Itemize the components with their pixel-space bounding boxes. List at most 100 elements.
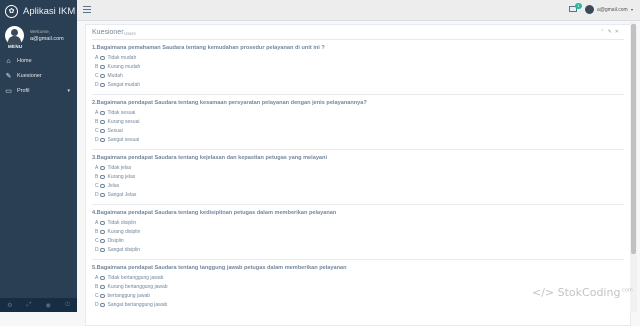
app-title: Aplikasi IKM: [23, 5, 76, 17]
radio-button[interactable]: [100, 229, 105, 235]
option-label: bertanggung jawab: [107, 293, 151, 299]
collapse-icon[interactable]: ⌃: [600, 29, 607, 35]
answer-option[interactable]: C Mudah: [95, 73, 123, 79]
question-title: 5.Bagaimana pendapat Saudara tentang tan…: [92, 265, 347, 271]
menu-toggle-icon[interactable]: [83, 6, 91, 13]
option-label: Kurang mudah: [107, 64, 141, 70]
questionnaire-panel: Kuesioner Users ⌃✎✕ 1.Bagaimana pemahama…: [85, 24, 631, 326]
divider: [92, 94, 624, 95]
radio-button[interactable]: [100, 302, 105, 308]
option-label: Sangat Jelas: [107, 192, 137, 198]
close-icon[interactable]: ✕: [615, 29, 622, 35]
answer-option[interactable]: A Tidak sesuai: [95, 110, 135, 116]
fullscreen-icon[interactable]: ⤢: [27, 302, 32, 309]
answer-option[interactable]: D Sangat bertanggung jawab: [95, 302, 167, 308]
option-label: Sangat mudah: [107, 82, 141, 88]
answer-option[interactable]: A Tidak jelas: [95, 165, 131, 171]
answer-option[interactable]: D Sangat mudah: [95, 82, 140, 88]
menu-title: MENU: [8, 44, 23, 49]
sidebar-item-label: Kuesioner: [17, 73, 42, 79]
answer-option[interactable]: B Kurang disiplin: [95, 229, 140, 235]
option-label: Tidak mudah: [107, 55, 137, 61]
scrollbar-thumb[interactable]: [631, 24, 636, 254]
watermark: </> StokCoding.com: [532, 286, 633, 299]
answer-option[interactable]: B Kurang bertanggung jawab: [95, 284, 168, 290]
option-label: Kurang jelas: [107, 174, 136, 180]
radio-button[interactable]: [100, 183, 105, 189]
radio-button[interactable]: [100, 174, 105, 180]
radio-button[interactable]: [100, 64, 105, 70]
answer-option[interactable]: A Tidak disiplin: [95, 220, 136, 226]
paw-icon: ✿: [5, 4, 18, 18]
option-label: Mudah: [107, 73, 123, 79]
radio-button[interactable]: [100, 238, 105, 244]
eye-slash-icon[interactable]: ◉: [46, 302, 51, 309]
radio-button[interactable]: [100, 82, 105, 88]
option-label: Sangat sesuai: [107, 137, 140, 143]
answer-option[interactable]: D Sangat Jelas: [95, 192, 136, 198]
radio-button[interactable]: [100, 293, 105, 299]
home-icon: ⌂: [6, 57, 11, 65]
radio-button[interactable]: [100, 220, 105, 226]
sidebar-footer: ⚙ ⤢ ◉ ⏻: [0, 298, 77, 312]
panel-tools: ⌃✎✕: [600, 29, 622, 35]
welcome-text: Welcome,: [30, 29, 50, 34]
edit-icon: ✎: [5, 73, 12, 80]
option-label: Tidak jelas: [107, 165, 132, 171]
chevron-down-icon[interactable]: ▾: [631, 7, 633, 12]
answer-option[interactable]: A Tidak mudah: [95, 55, 136, 61]
brand[interactable]: ✿ Aplikasi IKM: [0, 0, 77, 22]
sidebar-item-home[interactable]: ⌂ Home: [0, 54, 77, 68]
radio-button[interactable]: [100, 110, 105, 116]
sidebar: ✿ Aplikasi IKM Welcome, a@gmail.com MENU…: [0, 0, 77, 312]
answer-option[interactable]: D Sangat disiplin: [95, 247, 140, 253]
option-label: Sesuai: [107, 128, 123, 134]
option-label: Disiplin: [107, 238, 124, 244]
answer-option[interactable]: C Disiplin: [95, 238, 124, 244]
sidebar-item-label: Profil: [17, 88, 30, 94]
divider: [92, 39, 624, 40]
sidebar-item-label: Home: [17, 58, 32, 64]
panel-title: Kuesioner: [92, 29, 124, 36]
sidebar-item-kuesioner[interactable]: ✎ Kuesioner: [0, 69, 77, 83]
option-label: Tidak disiplin: [107, 220, 137, 226]
answer-option[interactable]: B Kurang sesuai: [95, 119, 139, 125]
divider: [92, 204, 624, 205]
answer-option[interactable]: Cbertanggung jawab: [95, 293, 150, 299]
option-label: Kurang bertanggung jawab: [107, 284, 168, 290]
radio-button[interactable]: [100, 128, 105, 134]
divider: [92, 259, 624, 260]
avatar: [5, 26, 24, 45]
profile-email: a@gmail.com: [30, 36, 64, 42]
radio-button[interactable]: [100, 55, 105, 61]
answer-option[interactable]: B Kurang mudah: [95, 64, 140, 70]
answer-option[interactable]: B Kurang jelas: [95, 174, 135, 180]
radio-button[interactable]: [100, 284, 105, 290]
answer-option[interactable]: A Tidak bertanggung jawab: [95, 275, 163, 281]
question-title: 2.Bagaimana pendapat Saudara tentang kes…: [92, 100, 367, 106]
answer-option[interactable]: C Sesuai: [95, 128, 123, 134]
option-label: Kurang sesuai: [107, 119, 140, 125]
panel-subtitle: Users: [124, 30, 136, 36]
wrench-icon[interactable]: ✎: [608, 29, 615, 35]
question-title: 3.Bagaimana pendapat Saudara tentang kej…: [92, 155, 328, 161]
sidebar-item-profil[interactable]: ▭ Profil ▾: [0, 84, 77, 98]
radio-button[interactable]: [100, 137, 105, 143]
settings-icon[interactable]: ⚙: [7, 302, 12, 309]
question-title: 1.Bagaimana pemahaman Saudara tentang ke…: [92, 45, 325, 51]
radio-button[interactable]: [100, 275, 105, 281]
radio-button[interactable]: [100, 247, 105, 253]
desktop-icon: ▭: [5, 88, 12, 95]
radio-button[interactable]: [100, 192, 105, 198]
user-avatar[interactable]: [585, 5, 594, 14]
chevron-down-icon: ▾: [67, 88, 70, 94]
user-email[interactable]: a@gmail.com: [597, 7, 628, 13]
radio-button[interactable]: [100, 119, 105, 125]
radio-button[interactable]: [100, 73, 105, 79]
answer-option[interactable]: C Jelas: [95, 183, 119, 189]
power-off-icon[interactable]: ⏻: [65, 302, 70, 309]
answer-option[interactable]: D Sangat sesuai: [95, 137, 139, 143]
option-label: Sangat disiplin: [107, 247, 141, 253]
option-label: Sangat bertanggung jawab: [107, 302, 168, 308]
radio-button[interactable]: [100, 165, 105, 171]
